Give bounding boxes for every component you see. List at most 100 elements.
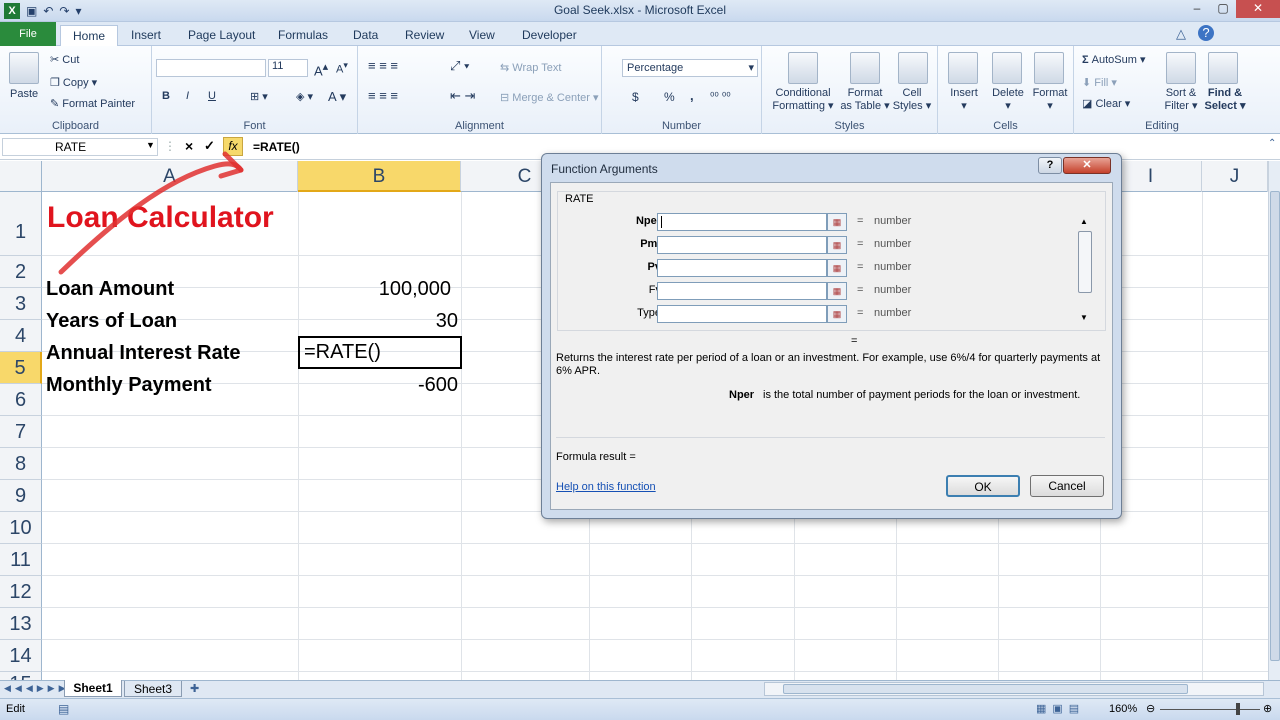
- shrink-font-icon[interactable]: A▾: [336, 60, 348, 76]
- fill-button[interactable]: ⬇ Fill ▾: [1082, 76, 1117, 89]
- fill-color-icon[interactable]: ◈ ▾: [296, 90, 313, 103]
- expand-formula-bar-icon[interactable]: ⌃: [1268, 138, 1276, 149]
- paste-button[interactable]: Paste: [10, 88, 38, 100]
- collapse-dialog-icon[interactable]: ▦: [827, 282, 847, 300]
- close-button[interactable]: ✕: [1236, 0, 1280, 18]
- find-select-button[interactable]: Find & Select ▾: [1202, 87, 1248, 112]
- merge-center-button[interactable]: ⊟ Merge & Center ▾: [500, 91, 599, 104]
- cell-b4[interactable]: 30: [300, 305, 458, 337]
- sort-filter-icon[interactable]: [1166, 52, 1196, 84]
- tab-file[interactable]: File: [0, 22, 56, 46]
- align-left-icon[interactable]: ≡ ≡ ≡: [368, 88, 398, 103]
- arg-input-pmt[interactable]: [657, 236, 827, 254]
- scroll-down-icon[interactable]: ▼: [1080, 313, 1088, 322]
- dialog-help-button[interactable]: ?: [1038, 157, 1062, 174]
- cell-a5[interactable]: Annual Interest Rate: [46, 337, 240, 369]
- font-name-combo[interactable]: [156, 59, 266, 77]
- row-header-6[interactable]: 6: [0, 384, 42, 416]
- cancel-button[interactable]: Cancel: [1030, 475, 1104, 497]
- minimize-ribbon-icon[interactable]: △: [1176, 26, 1186, 42]
- zoom-level[interactable]: 160%: [1109, 703, 1137, 715]
- font-size-combo[interactable]: 11: [268, 59, 308, 77]
- sort-filter-button[interactable]: Sort & Filter ▾: [1158, 87, 1204, 112]
- row-header-4[interactable]: 4: [0, 320, 42, 352]
- collapse-dialog-icon[interactable]: ▦: [827, 305, 847, 323]
- tab-data[interactable]: Data: [341, 25, 390, 46]
- comma-button[interactable]: ,: [690, 88, 694, 103]
- borders-icon[interactable]: ⊞ ▾: [250, 90, 268, 103]
- dialog-close-button[interactable]: ✕: [1063, 157, 1111, 174]
- vertical-scroll-thumb[interactable]: [1270, 191, 1280, 661]
- view-buttons-icons[interactable]: ▦▣▤: [1036, 702, 1085, 715]
- tab-insert[interactable]: Insert: [119, 25, 173, 46]
- format-cells-icon[interactable]: [1034, 52, 1064, 84]
- minimize-button[interactable]: –: [1184, 0, 1210, 18]
- horizontal-scroll-thumb[interactable]: [783, 684, 1188, 694]
- indent-icon[interactable]: ⇤ ⇥: [450, 88, 475, 104]
- row-header-11[interactable]: 11: [0, 544, 42, 576]
- copy-button[interactable]: ❐ Copy ▾: [50, 76, 97, 89]
- currency-button[interactable]: $: [632, 90, 639, 104]
- insert-cells-icon[interactable]: [948, 52, 978, 84]
- cell-b3[interactable]: 100,000: [300, 273, 451, 305]
- tab-home[interactable]: Home: [60, 25, 119, 47]
- autosum-button[interactable]: Σ AutoSum ▾: [1082, 53, 1146, 66]
- tab-review[interactable]: Review: [393, 25, 456, 46]
- arguments-scroll-thumb[interactable]: [1078, 231, 1092, 293]
- collapse-dialog-icon[interactable]: ▦: [827, 213, 847, 231]
- select-all-button[interactable]: [0, 161, 42, 192]
- delete-cells-icon[interactable]: [992, 52, 1022, 84]
- row-header-8[interactable]: 8: [0, 448, 42, 480]
- zoom-in-icon[interactable]: ⊕: [1263, 702, 1272, 715]
- cell-b6[interactable]: -600: [300, 369, 458, 401]
- arg-input-type[interactable]: [657, 305, 827, 323]
- vertical-scrollbar[interactable]: [1268, 161, 1280, 680]
- row-header-14[interactable]: 14: [0, 640, 42, 672]
- row-header-12[interactable]: 12: [0, 576, 42, 608]
- cell-a6[interactable]: Monthly Payment: [46, 369, 212, 401]
- clear-button[interactable]: ◪ Clear ▾: [1082, 97, 1130, 110]
- bold-button[interactable]: B: [162, 90, 170, 102]
- tab-page-layout[interactable]: Page Layout: [176, 25, 267, 46]
- cut-button[interactable]: ✂ Cut: [50, 53, 79, 66]
- orientation-icon[interactable]: ⤢ ▾: [450, 58, 469, 74]
- underline-button[interactable]: U: [208, 90, 216, 102]
- insert-sheet-icon[interactable]: ✚: [190, 682, 199, 695]
- percent-button[interactable]: %: [664, 90, 675, 104]
- insert-cells-button[interactable]: Insert ▾: [942, 87, 986, 112]
- format-painter-button[interactable]: ✎ Format Painter: [50, 97, 135, 110]
- format-cells-button[interactable]: Format ▾: [1028, 87, 1072, 112]
- align-top-icon[interactable]: ≡ ≡ ≡: [368, 58, 398, 73]
- scroll-up-icon[interactable]: ▲: [1080, 217, 1088, 226]
- row-header-9[interactable]: 9: [0, 480, 42, 512]
- help-icon[interactable]: ?: [1198, 25, 1214, 41]
- maximize-button[interactable]: ▢: [1210, 0, 1236, 18]
- find-select-icon[interactable]: [1208, 52, 1238, 84]
- sheet-navigation-icons[interactable]: ◀◀◀▶▶▶: [4, 683, 70, 694]
- wrap-text-button[interactable]: ⇆ Wrap Text: [500, 61, 561, 74]
- collapse-dialog-icon[interactable]: ▦: [827, 236, 847, 254]
- arg-input-nper[interactable]: [657, 213, 827, 231]
- tab-formulas[interactable]: Formulas: [266, 25, 340, 46]
- collapse-dialog-icon[interactable]: ▦: [827, 259, 847, 277]
- row-header-13[interactable]: 13: [0, 608, 42, 640]
- row-header-10[interactable]: 10: [0, 512, 42, 544]
- tab-view[interactable]: View: [457, 25, 507, 46]
- font-color-icon[interactable]: A ▾: [328, 89, 346, 105]
- arguments-scrollbar[interactable]: ▲ ▼: [1078, 217, 1092, 325]
- paste-icon[interactable]: [9, 52, 39, 84]
- cell-a4[interactable]: Years of Loan: [46, 305, 177, 337]
- macro-record-icon[interactable]: ▤: [58, 702, 69, 716]
- grow-font-icon[interactable]: A▴: [314, 60, 328, 78]
- number-format-combo[interactable]: Percentage ▾: [622, 59, 758, 77]
- column-header-j[interactable]: J: [1202, 161, 1268, 192]
- sheet-tab-sheet1[interactable]: Sheet1: [64, 680, 122, 697]
- zoom-out-icon[interactable]: ⊖: [1146, 702, 1155, 715]
- format-as-table-button[interactable]: Format as Table ▾: [838, 87, 892, 112]
- cell-b5-active[interactable]: =RATE(): [298, 336, 462, 369]
- arg-input-pv[interactable]: [657, 259, 827, 277]
- cell-styles-button[interactable]: Cell Styles ▾: [890, 87, 934, 112]
- row-header-3[interactable]: 3: [0, 288, 42, 320]
- formula-input[interactable]: =RATE(): [253, 140, 300, 154]
- conditional-formatting-button[interactable]: Conditional Formatting ▾: [772, 87, 834, 112]
